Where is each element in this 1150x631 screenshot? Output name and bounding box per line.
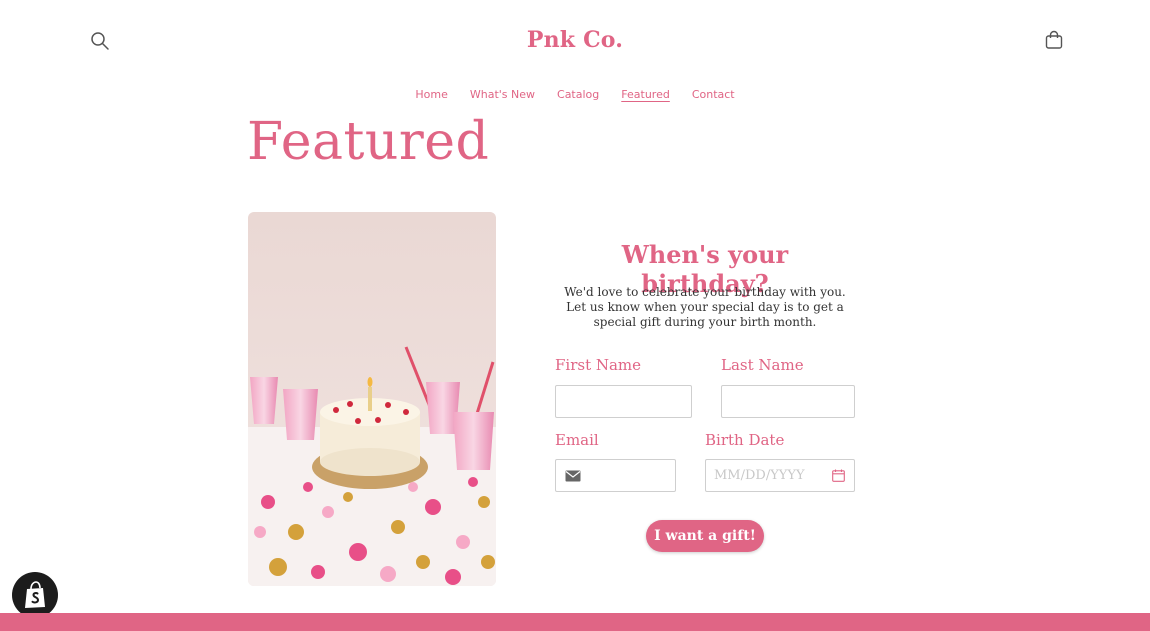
submit-gift-button[interactable]: I want a gift! <box>646 520 764 552</box>
first-name-field <box>555 385 692 418</box>
calendar-icon[interactable] <box>832 469 845 482</box>
shopify-badge[interactable] <box>12 572 58 618</box>
birthday-cake-image <box>248 212 496 586</box>
main-nav: Home What's New Catalog Featured Contact <box>0 88 1150 101</box>
page-title: Featured <box>247 112 490 172</box>
shopify-bag-icon <box>25 581 45 608</box>
shopping-bag-icon[interactable] <box>1044 30 1064 50</box>
nav-item-catalog[interactable]: Catalog <box>557 88 599 101</box>
form-description: We'd love to celebrate your birthday wit… <box>564 285 846 329</box>
last-name-label: Last Name <box>721 356 804 374</box>
nav-item-featured[interactable]: Featured <box>621 88 670 101</box>
nav-item-whats-new[interactable]: What's New <box>470 88 535 101</box>
mail-icon <box>556 460 590 491</box>
brand-logo[interactable]: Pnk Co. <box>0 27 1150 53</box>
first-name-label: First Name <box>555 356 642 374</box>
birth-date-field <box>705 459 855 492</box>
first-name-input[interactable] <box>556 386 691 417</box>
last-name-input[interactable] <box>722 386 854 417</box>
footer-band <box>0 613 1150 631</box>
nav-item-home[interactable]: Home <box>415 88 447 101</box>
birth-date-label: Birth Date <box>705 431 785 449</box>
email-label: Email <box>555 431 599 449</box>
nav-item-contact[interactable]: Contact <box>692 88 735 101</box>
email-field <box>555 459 676 492</box>
last-name-field <box>721 385 855 418</box>
